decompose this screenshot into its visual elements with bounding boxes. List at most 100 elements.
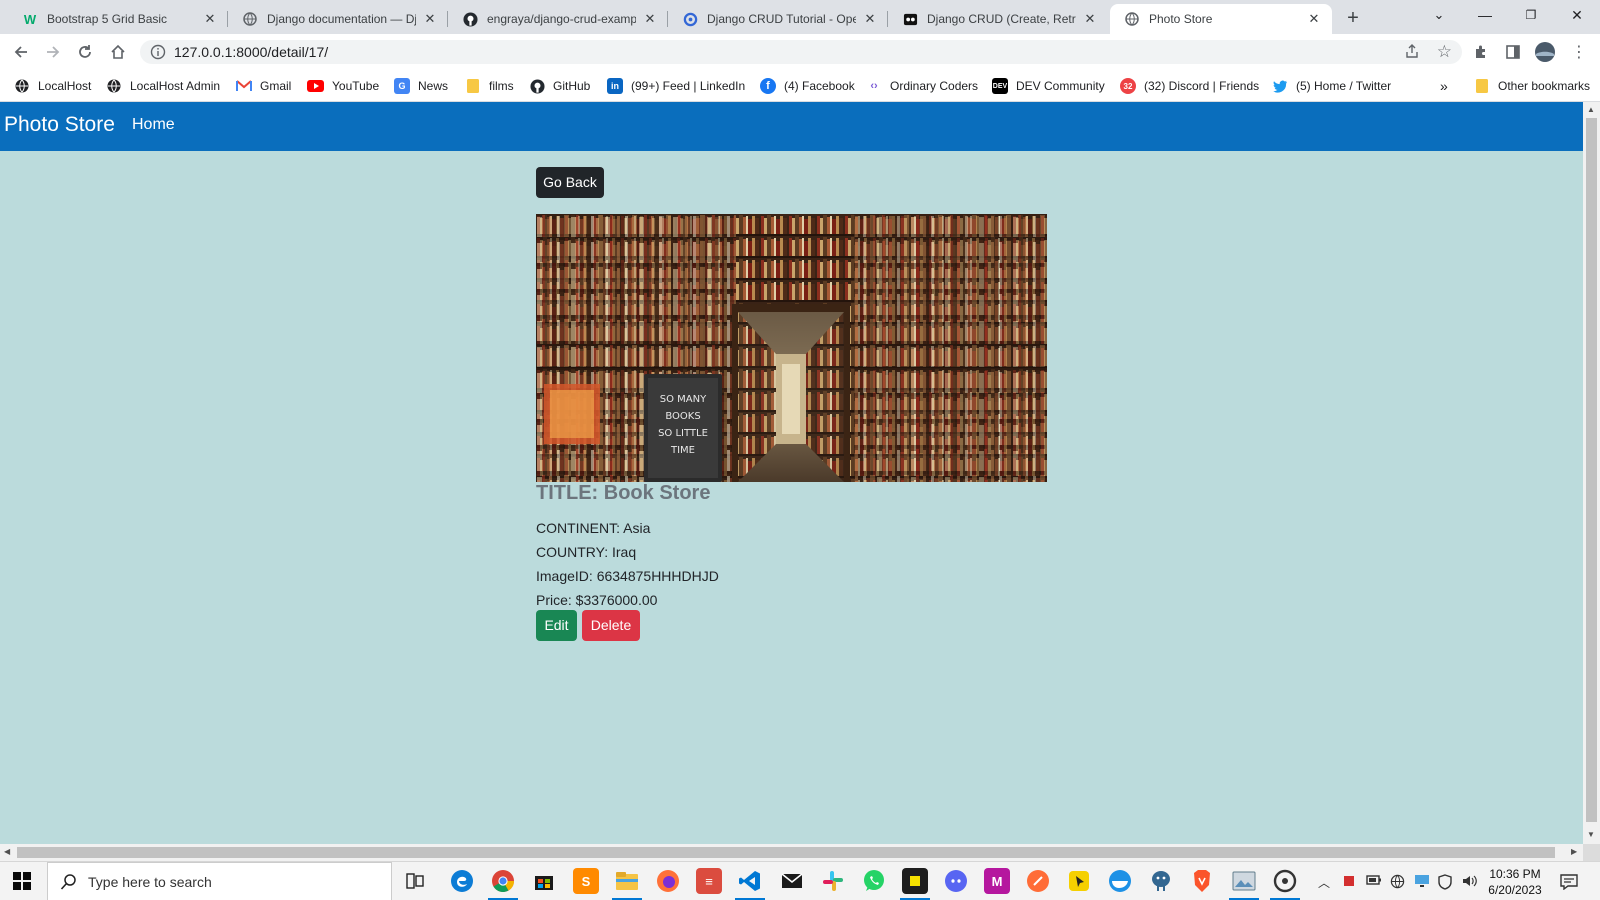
store-icon[interactable]: [531, 868, 557, 894]
app-icon[interactable]: [902, 868, 928, 894]
bookmark-news[interactable]: G News: [394, 77, 448, 95]
folder-icon: [1474, 78, 1490, 94]
bookmark-linkedin[interactable]: in (99+) Feed | LinkedIn: [607, 77, 745, 95]
security-icon[interactable]: [1438, 874, 1452, 893]
tab-opengenus[interactable]: Django CRUD Tutorial - Oper ✕: [668, 4, 888, 34]
bookmark-dev-community[interactable]: DEV DEV Community: [992, 77, 1105, 95]
bookmark-label: Ordinary Coders: [890, 79, 979, 93]
new-tab-button[interactable]: +: [1340, 6, 1366, 32]
bookmark-ordinary-coders[interactable]: ‹› Ordinary Coders: [866, 77, 978, 95]
close-icon[interactable]: ✕: [1082, 11, 1098, 27]
bookmarks-overflow-button[interactable]: »: [1440, 77, 1448, 95]
tab-django-docs[interactable]: Django documentation — Dja ✕: [228, 4, 448, 34]
bookmark-gmail[interactable]: Gmail: [236, 77, 291, 95]
scroll-thumb[interactable]: [1586, 118, 1597, 822]
bookmark-youtube[interactable]: YouTube: [307, 77, 379, 95]
url-text[interactable]: 127.0.0.1:8000/detail/17/: [174, 44, 328, 60]
close-icon[interactable]: ✕: [1306, 11, 1322, 27]
postman-icon[interactable]: [1025, 868, 1051, 894]
task-view-icon[interactable]: [402, 868, 428, 894]
slack-icon[interactable]: [820, 868, 846, 894]
scroll-right-icon[interactable]: ▶: [1571, 847, 1577, 856]
bookmark-label: LocalHost: [38, 79, 92, 93]
close-icon[interactable]: ✕: [422, 11, 438, 27]
chevron-up-icon[interactable]: ︿: [1318, 874, 1330, 891]
restore-icon[interactable]: ❐: [1508, 0, 1554, 32]
bookmark-facebook[interactable]: f (4) Facebook: [760, 77, 855, 95]
tab-photo-store[interactable]: Photo Store ✕: [1110, 4, 1332, 34]
discord-icon[interactable]: [943, 868, 969, 894]
m-icon[interactable]: M: [984, 868, 1010, 894]
minimize-icon[interactable]: —: [1462, 0, 1508, 32]
address-bar[interactable]: 127.0.0.1:8000/detail/17/ ☆: [140, 40, 1462, 64]
vertical-scrollbar[interactable]: ▲ ▼: [1583, 102, 1600, 844]
reload-icon[interactable]: [72, 39, 98, 65]
scroll-up-icon[interactable]: ▲: [1587, 105, 1595, 114]
back-icon[interactable]: [8, 39, 34, 65]
bookmark-films[interactable]: films: [465, 77, 514, 95]
info-icon[interactable]: [150, 44, 166, 60]
bookmark-localhost-admin[interactable]: LocalHost Admin: [106, 77, 220, 95]
share-icon[interactable]: [1404, 43, 1420, 59]
tab-bootstrap[interactable]: W Bootstrap 5 Grid Basic ✕: [8, 4, 228, 34]
cursor-icon[interactable]: [1066, 868, 1092, 894]
menu-icon[interactable]: ⋮: [1566, 39, 1592, 65]
photo-text-line: BOOKS: [665, 411, 700, 422]
side-panel-icon[interactable]: [1500, 39, 1526, 65]
postgres-icon[interactable]: [1148, 868, 1174, 894]
obs-icon[interactable]: [1272, 868, 1298, 894]
bookmark-label: (4) Facebook: [784, 79, 855, 93]
scroll-down-icon[interactable]: ▼: [1587, 830, 1595, 839]
notifications-icon[interactable]: [1560, 874, 1578, 893]
volume-icon[interactable]: [1462, 874, 1478, 891]
battery-saver-icon[interactable]: [1342, 874, 1356, 891]
file-explorer-icon[interactable]: [614, 868, 640, 894]
delete-button[interactable]: Delete: [582, 610, 640, 641]
nav-home-link[interactable]: Home: [132, 116, 175, 134]
whatsapp-icon[interactable]: [861, 868, 887, 894]
taskbar-search-box[interactable]: Type here to search: [47, 862, 392, 900]
horizontal-scrollbar[interactable]: ◀ ▶: [0, 844, 1583, 861]
scroll-left-icon[interactable]: ◀: [4, 847, 10, 856]
close-icon[interactable]: ✕: [202, 11, 218, 27]
docker-icon[interactable]: [1107, 868, 1133, 894]
vscode-icon[interactable]: [737, 868, 763, 894]
home-icon[interactable]: [105, 39, 131, 65]
extensions-icon[interactable]: [1468, 39, 1494, 65]
windows-start-icon[interactable]: [13, 872, 31, 890]
tab-search-icon[interactable]: ⌄: [1416, 0, 1462, 32]
firefox-icon[interactable]: [655, 868, 681, 894]
forward-icon[interactable]: [40, 39, 66, 65]
bookmark-localhost[interactable]: LocalHost: [14, 77, 91, 95]
network-icon[interactable]: [1390, 874, 1405, 892]
bookmark-github[interactable]: GitHub: [529, 77, 590, 95]
navbar-brand[interactable]: Photo Store: [4, 113, 115, 137]
bookmark-discord[interactable]: 32 (32) Discord | Friends: [1120, 77, 1259, 95]
tab-django-crud[interactable]: Django CRUD (Create, Retriev ✕: [888, 4, 1108, 34]
brave-icon[interactable]: [1189, 868, 1215, 894]
sublime-icon[interactable]: S: [573, 868, 599, 894]
avatar[interactable]: [1532, 39, 1558, 65]
image-viewer-icon[interactable]: [1231, 868, 1257, 894]
bookmark-label: (99+) Feed | LinkedIn: [631, 79, 746, 93]
bookmark-twitter[interactable]: (5) Home / Twitter: [1272, 77, 1391, 95]
film-icon: [902, 11, 918, 27]
mail-icon[interactable]: [779, 868, 805, 894]
todoist-icon[interactable]: ≡: [696, 868, 722, 894]
bookmark-star-icon[interactable]: ☆: [1437, 42, 1452, 62]
close-icon[interactable]: ✕: [642, 11, 658, 27]
system-clock[interactable]: 10:36 PM 6/20/2023: [1480, 866, 1550, 898]
go-back-button[interactable]: Go Back: [536, 167, 604, 198]
tab-github[interactable]: engraya/django-crud-exampl ✕: [448, 4, 668, 34]
scroll-thumb[interactable]: [17, 847, 1555, 858]
window-close-icon[interactable]: ✕: [1554, 0, 1600, 32]
navbar: Photo Store Home: [0, 102, 1583, 151]
display-icon[interactable]: [1414, 874, 1430, 891]
battery-icon[interactable]: [1366, 874, 1382, 889]
bookmark-other[interactable]: Other bookmarks: [1474, 77, 1590, 95]
chrome-icon[interactable]: [490, 868, 516, 894]
edge-icon[interactable]: [449, 868, 475, 894]
close-icon[interactable]: ✕: [862, 11, 878, 27]
facebook-icon: f: [760, 78, 776, 94]
edit-button[interactable]: Edit: [536, 610, 577, 641]
